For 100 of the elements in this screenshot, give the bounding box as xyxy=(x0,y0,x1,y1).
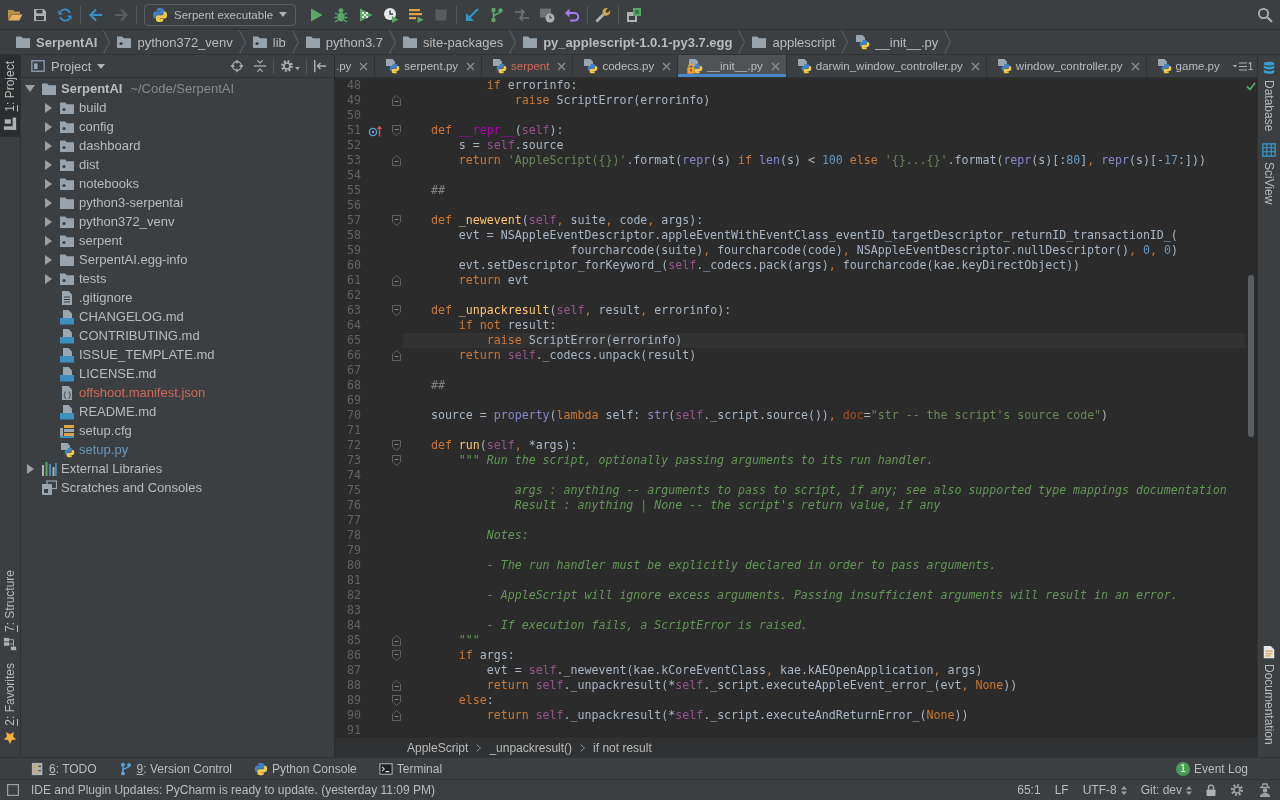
fold-marker-icon[interactable] xyxy=(391,275,401,286)
tool-window-tab[interactable]: SciView xyxy=(1258,137,1280,211)
tree-item[interactable]: External Libraries xyxy=(61,461,163,476)
tool-window-button[interactable]: 9: Version Control xyxy=(118,761,232,776)
breadcrumb-item[interactable]: site-packages xyxy=(401,31,504,53)
wrench-icon[interactable] xyxy=(595,6,612,23)
tree-item[interactable]: Scratches and Consoles xyxy=(61,480,202,495)
tool-window-button[interactable]: Terminal xyxy=(378,761,443,776)
caret-right-icon[interactable] xyxy=(44,235,52,246)
tree-item[interactable]: python3-serpentai xyxy=(79,195,184,210)
breadcrumb-item[interactable]: python3.7 xyxy=(304,31,383,53)
close-icon[interactable] xyxy=(359,61,369,71)
caret-right-icon[interactable] xyxy=(44,254,52,265)
close-icon[interactable] xyxy=(466,61,476,71)
event-log-button[interactable]: 1 Event Log xyxy=(1175,761,1248,776)
crosshair-icon[interactable] xyxy=(230,59,244,73)
fold-marker-icon[interactable] xyxy=(391,455,401,466)
tree-item[interactable]: dist xyxy=(79,157,100,172)
tree-item[interactable]: .gitignore xyxy=(79,290,133,305)
square-icon[interactable] xyxy=(7,784,19,796)
fold-marker-icon[interactable] xyxy=(391,635,401,646)
squares-icon[interactable] xyxy=(626,6,643,23)
tree-item[interactable]: serpent xyxy=(79,233,123,248)
breadcrumb-item[interactable]: lib xyxy=(251,31,286,53)
tree-item[interactable]: tests xyxy=(79,271,107,286)
caret-right-icon[interactable] xyxy=(44,273,52,284)
file-encoding[interactable]: UTF-8 xyxy=(1082,783,1127,797)
tree-item[interactable]: CONTRIBUTING.md xyxy=(79,328,200,343)
line-separator[interactable]: LF xyxy=(1054,783,1069,797)
clock-play-icon[interactable] xyxy=(383,6,400,23)
fold-marker-icon[interactable] xyxy=(391,650,401,661)
caret-right-icon[interactable] xyxy=(44,140,52,151)
close-icon[interactable] xyxy=(770,61,780,71)
tree-item[interactable]: dashboard xyxy=(79,138,141,153)
back-arrow-icon[interactable] xyxy=(88,6,104,23)
search-icon[interactable] xyxy=(1257,6,1273,23)
breadcrumb-item[interactable]: SerpentAI xyxy=(15,31,98,53)
tree-item[interactable]: SerpentAI xyxy=(61,81,123,96)
tree-item[interactable]: LICENSE.md xyxy=(79,366,157,381)
breadcrumb-item[interactable]: _unpackresult() xyxy=(489,741,573,755)
sync-icon[interactable] xyxy=(57,6,73,23)
close-icon[interactable] xyxy=(557,61,567,71)
tree-item[interactable]: setup.cfg xyxy=(79,423,132,438)
close-icon[interactable] xyxy=(970,61,980,71)
save-icon[interactable] xyxy=(32,6,48,23)
caret-position[interactable]: 65:1 xyxy=(1017,783,1041,797)
person-icon[interactable] xyxy=(1258,783,1272,797)
tool-window-tab[interactable]: Database xyxy=(1258,55,1280,138)
tool-window-tab[interactable]: Documentation xyxy=(1258,639,1280,751)
tree-item[interactable]: ISSUE_TEMPLATE.md xyxy=(79,347,215,362)
run-configuration-dropdown[interactable]: Serpent executable xyxy=(144,3,297,26)
fold-marker-icon[interactable] xyxy=(391,215,401,226)
caret-right-icon[interactable] xyxy=(44,159,52,170)
checkered-play-icon[interactable] xyxy=(358,6,375,23)
tool-window-button[interactable]: Python Console xyxy=(254,761,357,776)
circle-arrow-icon[interactable] xyxy=(368,124,382,137)
branch-icon[interactable] xyxy=(489,6,506,23)
lock-icon[interactable] xyxy=(1206,784,1216,796)
fold-marker-icon[interactable] xyxy=(391,710,401,721)
tool-window-tab[interactable]: 1: Project xyxy=(0,55,20,137)
fold-marker-icon[interactable] xyxy=(391,125,401,136)
fold-marker-icon[interactable] xyxy=(391,440,401,451)
arrows-icon[interactable] xyxy=(514,6,531,23)
breadcrumb-item[interactable]: python372_venv xyxy=(116,31,233,53)
close-icon[interactable] xyxy=(662,61,672,71)
vcs-branch[interactable]: Git: dev xyxy=(1140,783,1192,797)
bars-play-icon[interactable] xyxy=(408,6,425,23)
play-icon[interactable] xyxy=(308,6,325,23)
tree-item[interactable]: config xyxy=(79,119,114,134)
editor-tab[interactable]: __init__.py xyxy=(678,55,787,77)
caret-right-icon[interactable] xyxy=(44,197,52,208)
fold-marker-icon[interactable] xyxy=(391,695,401,706)
tree-item[interactable]: offshoot.manifest.json xyxy=(79,385,206,400)
fold-marker-icon[interactable] xyxy=(391,95,401,106)
breadcrumb-item[interactable]: __init__.py xyxy=(854,31,939,53)
fold-marker-icon[interactable] xyxy=(391,350,401,361)
tree-item[interactable]: README.md xyxy=(79,404,157,419)
caret-right-icon[interactable] xyxy=(44,102,52,113)
caret-right-icon[interactable] xyxy=(44,178,52,189)
breadcrumb-item[interactable]: AppleScript xyxy=(407,741,469,755)
arrow-down-left-icon[interactable] xyxy=(464,6,481,23)
breadcrumb-item[interactable]: py_applescript-1.0.1-py3.7.egg xyxy=(522,31,733,53)
tool-window-tab[interactable]: 2: Favorites xyxy=(0,657,20,751)
caret-right-icon[interactable] xyxy=(44,216,52,227)
undo-icon[interactable] xyxy=(564,6,581,23)
close-icon[interactable] xyxy=(1130,61,1140,71)
caret-right-icon[interactable] xyxy=(44,121,52,132)
tree-item[interactable]: setup.py xyxy=(79,442,129,457)
fold-marker-icon[interactable] xyxy=(391,680,401,691)
tree-item[interactable]: notebooks xyxy=(79,176,139,191)
breadcrumb-item[interactable]: if not result xyxy=(593,741,652,755)
tree-item[interactable]: CHANGELOG.md xyxy=(79,309,184,324)
editor-tab[interactable]: .py xyxy=(335,55,376,77)
window-clock-icon[interactable] xyxy=(539,6,556,23)
caret-right-icon[interactable] xyxy=(26,463,34,474)
tree-item[interactable]: SerpentAI.egg-info xyxy=(79,252,188,267)
tool-window-tab[interactable]: 7: Structure xyxy=(0,564,20,658)
status-message[interactable]: IDE and Plugin Updates: PyCharm is ready to update. (yesterday 11:09 PM) xyxy=(31,783,435,797)
scrollbar-thumb[interactable] xyxy=(1248,275,1254,437)
project-view-dropdown[interactable]: Project xyxy=(31,58,106,74)
